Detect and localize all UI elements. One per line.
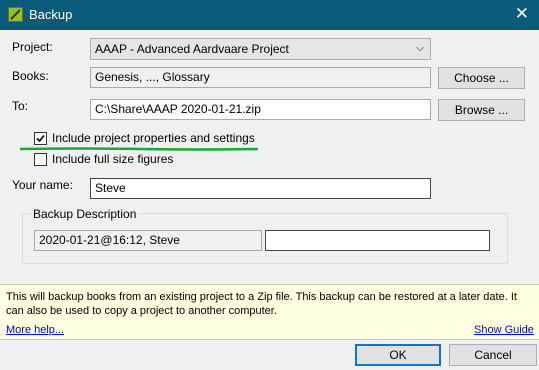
- your-name-input[interactable]: Steve: [90, 178, 431, 199]
- browse-button[interactable]: Browse ...: [438, 99, 525, 121]
- project-select[interactable]: AAAP - Advanced Aardvaare Project ⌵: [90, 38, 431, 60]
- your-name-label: Your name:: [12, 178, 73, 192]
- more-help-link[interactable]: More help...: [6, 324, 64, 336]
- choose-button[interactable]: Choose ...: [438, 67, 525, 89]
- books-field: Genesis, ..., Glossary: [90, 67, 431, 88]
- window-title: Backup: [29, 7, 73, 22]
- close-icon[interactable]: ✕: [515, 4, 529, 24]
- include-properties-label[interactable]: Include project properties and settings: [52, 131, 255, 145]
- ok-button[interactable]: OK: [355, 344, 441, 366]
- books-label: Books:: [12, 69, 49, 83]
- chevron-down-icon: ⌵: [416, 43, 424, 54]
- show-guide-link[interactable]: Show Guide: [474, 324, 534, 336]
- info-text: This will backup books from an existing …: [6, 291, 517, 317]
- cancel-button[interactable]: Cancel: [449, 344, 537, 366]
- to-label: To:: [12, 99, 29, 113]
- include-figures-checkbox[interactable]: [34, 153, 47, 166]
- destination-path-field[interactable]: C:\Share\AAAP 2020-01-21.zip: [90, 99, 431, 120]
- include-properties-checkbox[interactable]: [34, 132, 47, 145]
- title-bar: Backup ✕: [0, 0, 539, 30]
- include-figures-label[interactable]: Include full size figures: [52, 152, 173, 166]
- backup-description-label: Backup Description: [30, 207, 140, 221]
- info-panel: This will backup books from an existing …: [0, 284, 539, 340]
- auto-description-field: 2020-01-21@16:12, Steve: [34, 230, 262, 251]
- description-input[interactable]: [265, 230, 490, 251]
- project-select-value: AAAP - Advanced Aardvaare Project: [95, 42, 289, 56]
- project-label: Project:: [12, 40, 53, 54]
- app-logo-icon: [8, 7, 23, 22]
